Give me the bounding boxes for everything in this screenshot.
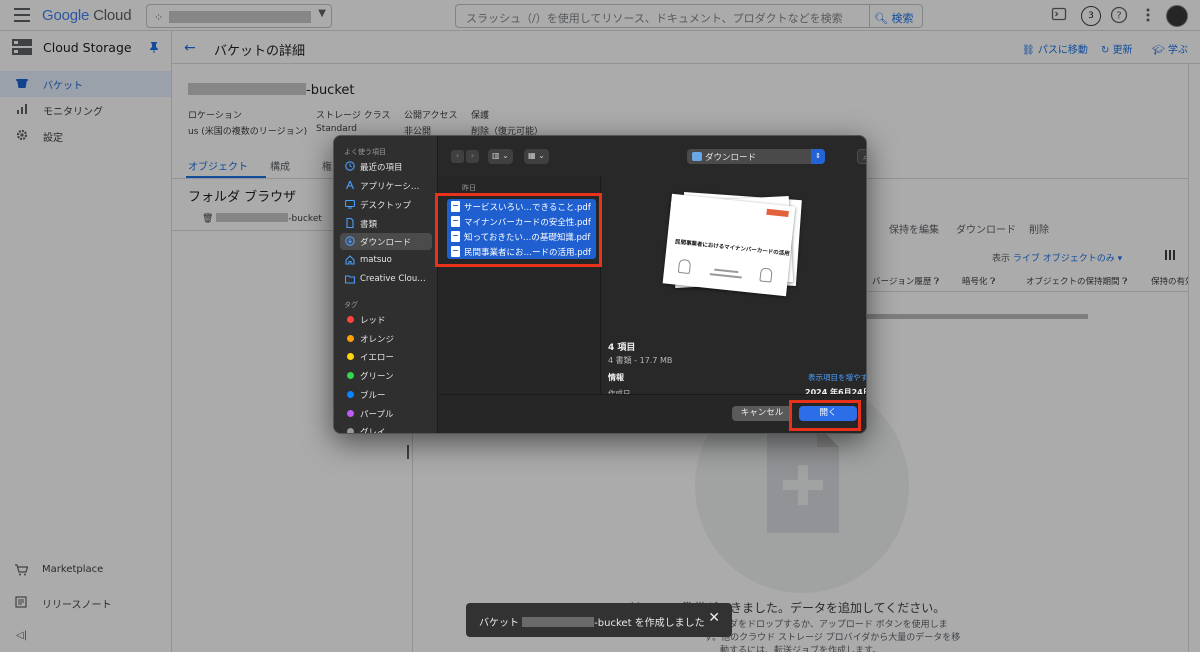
tag-item-blue[interactable]: ブルー [340,386,432,403]
highlight-box [789,400,861,431]
tag-label: ブルー [360,391,386,401]
fav-item-label: デスクトップ [360,201,412,211]
snackbar-message: バケット -bucket を作成しました [479,614,705,629]
fav-item-downloads[interactable]: ダウンロード [340,233,432,250]
fav-item-applications[interactable]: アプリケーシ… [340,177,432,194]
preview-logo [766,208,789,218]
fav-item-label: 最近の項目 [360,163,403,173]
highlight-box [435,193,602,267]
snackbar-redacted [522,617,595,627]
fav-item-label: Creative Clou… [360,274,426,284]
preview-page-front: 民間事業者におけるマイナンバーカードの活用 [662,193,796,297]
close-icon[interactable]: ✕ [708,610,720,626]
preview-mascot-icon [677,258,692,275]
cancel-button[interactable]: キャンセル [732,406,792,421]
tag-label: オレンジ [360,335,395,345]
info-header: 情報 [608,373,624,382]
tag-item-gray[interactable]: グレイ [340,423,432,434]
back-button[interactable]: ‹ [451,150,464,163]
location-label: ダウンロード [705,153,757,163]
fav-item-recents[interactable]: 最近の項目 [340,158,432,175]
fav-item-label: ダウンロード [360,238,412,248]
tag-dot-icon [347,316,354,323]
preview-doc-title: 民間事業者におけるマイナンバーカードの活用 [674,239,790,258]
preview-text-line [714,268,739,274]
chevron-down-icon: ⌄ [538,151,545,160]
favorites-header: よく使う項目 [344,148,386,156]
tag-dot-icon [347,335,354,342]
fav-item-documents[interactable]: 書類 [340,215,432,232]
tags-header: タグ [344,301,358,309]
dialog-sidebar: よく使う項目 最近の項目 アプリケーシ… デスクトップ 書類 ダウンロード ma… [334,136,438,434]
fav-item-creative-cloud[interactable]: Creative Clou… [340,271,432,288]
columns-view-icon: ▥ [492,151,500,160]
chevron-down-icon: ⌄ [502,151,509,160]
selection-count: 4 項目 [608,343,636,353]
file-open-dialog: よく使う項目 最近の項目 アプリケーシ… デスクトップ 書類 ダウンロード ma… [333,135,867,434]
folder-icon [692,152,702,161]
snackbar-prefix: バケット [479,618,519,629]
fav-item-label: アプリケーシ… [360,182,420,192]
download-icon [345,236,355,246]
location-popup[interactable]: ダウンロード ⇕ [687,149,825,164]
document-icon [345,218,355,228]
tag-dot-icon [347,372,354,379]
show-more-link[interactable]: 表示項目を増やす [808,372,866,383]
folder-icon [345,274,355,284]
forward-button[interactable]: › [466,150,479,163]
tag-item-yellow[interactable]: イエロー [340,348,432,365]
apps-icon [345,180,355,190]
selection-detail: 4 書類 - 17.7 MB [608,356,673,365]
preview-mascot-icon [759,267,773,283]
tag-dot-icon [347,353,354,360]
tag-item-purple[interactable]: パープル [340,405,432,422]
search-icon: ⌕ [863,153,866,163]
desktop-icon [345,199,355,209]
snackbar-suffix: -bucket を作成しました [594,618,705,629]
fav-item-home[interactable]: matsuo [340,252,432,269]
preview-text-line [709,273,742,279]
tag-dot-icon [347,391,354,398]
tag-label: グレイ [360,428,386,434]
view-columns-button[interactable]: ▥ ⌄ [488,149,513,164]
home-icon [345,255,355,265]
tag-label: レッド [360,316,386,326]
dialog-toolbar: ‹ › ▥ ⌄ ▦ ⌄ ダウンロード ⇕ ⌕ 検索 [438,136,866,176]
fav-item-desktop[interactable]: デスクトップ [340,196,432,213]
file-group-header: 昨日 [462,184,476,192]
tag-label: グリーン [360,372,394,382]
fav-item-label: 書類 [360,220,378,230]
tag-dot-icon [347,410,354,417]
clock-icon [345,161,355,171]
fav-item-label: matsuo [360,255,392,265]
grid-view-icon: ▦ [528,151,536,160]
dialog-search-input[interactable]: ⌕ 検索 [857,149,866,164]
tag-item-green[interactable]: グリーン [340,367,432,384]
tag-label: イエロー [360,353,394,363]
tag-dot-icon [347,428,354,433]
tag-label: パープル [360,410,394,420]
snackbar: バケット -bucket を作成しました ✕ [466,603,732,637]
view-grid-button[interactable]: ▦ ⌄ [524,149,549,164]
tag-item-red[interactable]: レッド [340,311,432,328]
chevron-updown-icon: ⇕ [811,149,825,164]
tag-item-orange[interactable]: オレンジ [340,330,432,347]
